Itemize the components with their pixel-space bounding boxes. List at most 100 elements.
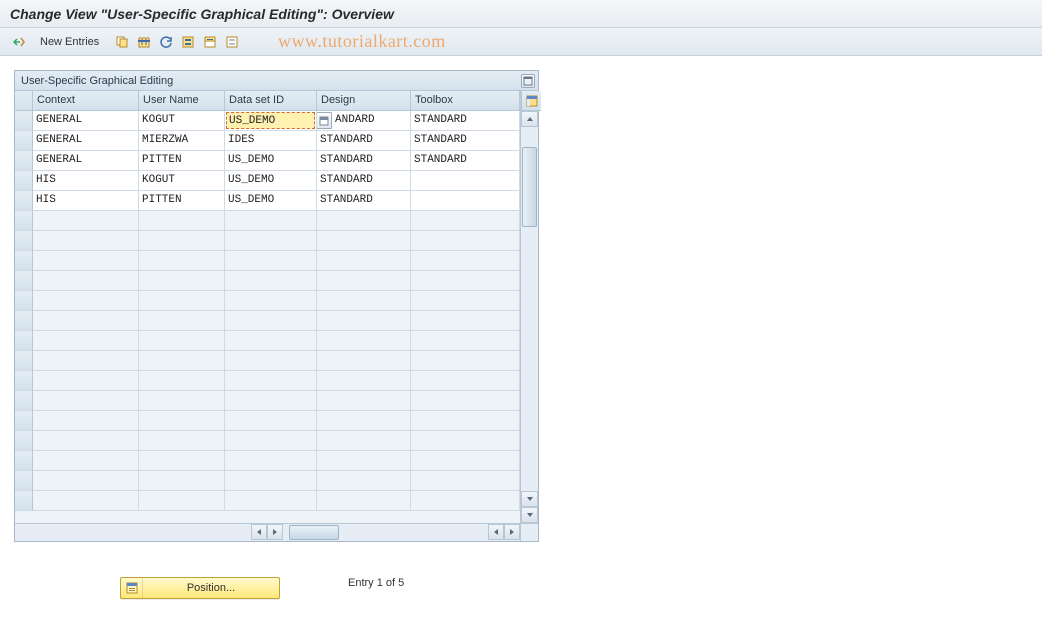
row-selector[interactable] (15, 291, 33, 311)
cell-toolbox[interactable] (411, 231, 520, 251)
cell-context[interactable] (33, 431, 139, 451)
cell-dataset[interactable] (225, 491, 317, 511)
column-header-context[interactable]: Context (33, 91, 139, 111)
cell-design[interactable]: STANDARD (317, 151, 411, 171)
cell-design[interactable]: STANDARD (317, 131, 411, 151)
row-selector[interactable] (15, 351, 33, 371)
cell-dataset[interactable] (225, 291, 317, 311)
copy-as-icon[interactable] (113, 33, 131, 51)
cell-toolbox[interactable] (411, 271, 520, 291)
cell-toolbox[interactable] (411, 191, 520, 211)
row-selector[interactable] (15, 311, 33, 331)
cell-user[interactable] (139, 391, 225, 411)
cell-toolbox[interactable] (411, 371, 520, 391)
row-selector[interactable] (15, 271, 33, 291)
table-settings-icon[interactable] (521, 91, 541, 111)
delete-icon[interactable] (135, 33, 153, 51)
cell-context[interactable] (33, 251, 139, 271)
cell-user[interactable] (139, 471, 225, 491)
cell-dataset[interactable] (225, 371, 317, 391)
cell-dataset[interactable] (225, 351, 317, 371)
cell-context[interactable]: GENERAL (33, 151, 139, 171)
cell-design[interactable] (317, 411, 411, 431)
undo-change-icon[interactable] (157, 33, 175, 51)
cell-toolbox[interactable] (411, 331, 520, 351)
deselect-all-icon[interactable] (223, 33, 241, 51)
cell-dataset[interactable]: US_DEMO (225, 191, 317, 211)
row-selector[interactable] (15, 191, 33, 211)
cell-design[interactable] (317, 431, 411, 451)
cell-dataset[interactable]: US_DEMO (225, 151, 317, 171)
cell-toolbox[interactable] (411, 491, 520, 511)
cell-context[interactable]: GENERAL (33, 131, 139, 151)
cell-context[interactable] (33, 411, 139, 431)
cell-design[interactable]: ANDARD (317, 111, 411, 131)
cell-design[interactable] (317, 211, 411, 231)
cell-toolbox[interactable] (411, 291, 520, 311)
cell-dataset[interactable] (225, 311, 317, 331)
cell-design[interactable]: STANDARD (317, 191, 411, 211)
cell-dataset[interactable]: US_DEMO (225, 111, 317, 131)
cell-toolbox[interactable] (411, 471, 520, 491)
scroll-right-icon[interactable] (267, 524, 283, 540)
vscroll-track[interactable] (521, 127, 538, 491)
row-selector[interactable] (15, 131, 33, 151)
cell-dataset[interactable] (225, 451, 317, 471)
row-selector[interactable] (15, 171, 33, 191)
cell-dataset[interactable] (225, 211, 317, 231)
scroll-left-icon[interactable] (488, 524, 504, 540)
cell-context[interactable] (33, 211, 139, 231)
cell-context[interactable] (33, 471, 139, 491)
hscroll-track[interactable] (283, 524, 458, 541)
cell-context[interactable]: GENERAL (33, 111, 139, 131)
cell-user[interactable] (139, 351, 225, 371)
horizontal-scrollbar[interactable] (15, 523, 538, 541)
cell-dataset[interactable] (225, 331, 317, 351)
row-selector[interactable] (15, 451, 33, 471)
scroll-right-icon[interactable] (504, 524, 520, 540)
select-all-icon[interactable] (179, 33, 197, 51)
other-view-icon[interactable] (10, 33, 28, 51)
new-entries-button[interactable]: New Entries (32, 32, 107, 52)
cell-toolbox[interactable] (411, 411, 520, 431)
cell-toolbox[interactable]: STANDARD (411, 131, 520, 151)
cell-dataset[interactable] (225, 411, 317, 431)
cell-context[interactable] (33, 451, 139, 471)
row-selector-header[interactable] (15, 91, 33, 111)
cell-design[interactable] (317, 291, 411, 311)
cell-dataset[interactable] (225, 471, 317, 491)
cell-context[interactable] (33, 311, 139, 331)
row-selector[interactable] (15, 111, 33, 131)
row-selector[interactable] (15, 411, 33, 431)
row-selector[interactable] (15, 431, 33, 451)
cell-user[interactable] (139, 231, 225, 251)
cell-toolbox[interactable] (411, 431, 520, 451)
position-button[interactable]: Position... (120, 577, 280, 599)
cell-design[interactable]: STANDARD (317, 171, 411, 191)
hscroll-thumb[interactable] (289, 525, 339, 540)
scroll-left-icon[interactable] (251, 524, 267, 540)
cell-context[interactable] (33, 231, 139, 251)
cell-user[interactable] (139, 271, 225, 291)
row-selector[interactable] (15, 471, 33, 491)
cell-toolbox[interactable] (411, 171, 520, 191)
cell-design[interactable] (317, 231, 411, 251)
cell-context[interactable]: HIS (33, 171, 139, 191)
cell-design[interactable] (317, 371, 411, 391)
scroll-down-icon[interactable] (521, 491, 538, 507)
cell-context[interactable] (33, 271, 139, 291)
vertical-scrollbar[interactable] (520, 91, 538, 523)
cell-user[interactable] (139, 331, 225, 351)
cell-design[interactable] (317, 391, 411, 411)
column-header-user[interactable]: User Name (139, 91, 225, 111)
cell-design[interactable] (317, 451, 411, 471)
row-selector[interactable] (15, 391, 33, 411)
cell-dataset[interactable]: IDES (225, 131, 317, 151)
cell-user[interactable] (139, 311, 225, 331)
cell-design[interactable] (317, 351, 411, 371)
cell-context[interactable]: HIS (33, 191, 139, 211)
cell-dataset[interactable] (225, 231, 317, 251)
cell-user[interactable] (139, 291, 225, 311)
cell-user[interactable] (139, 211, 225, 231)
cell-user[interactable] (139, 431, 225, 451)
